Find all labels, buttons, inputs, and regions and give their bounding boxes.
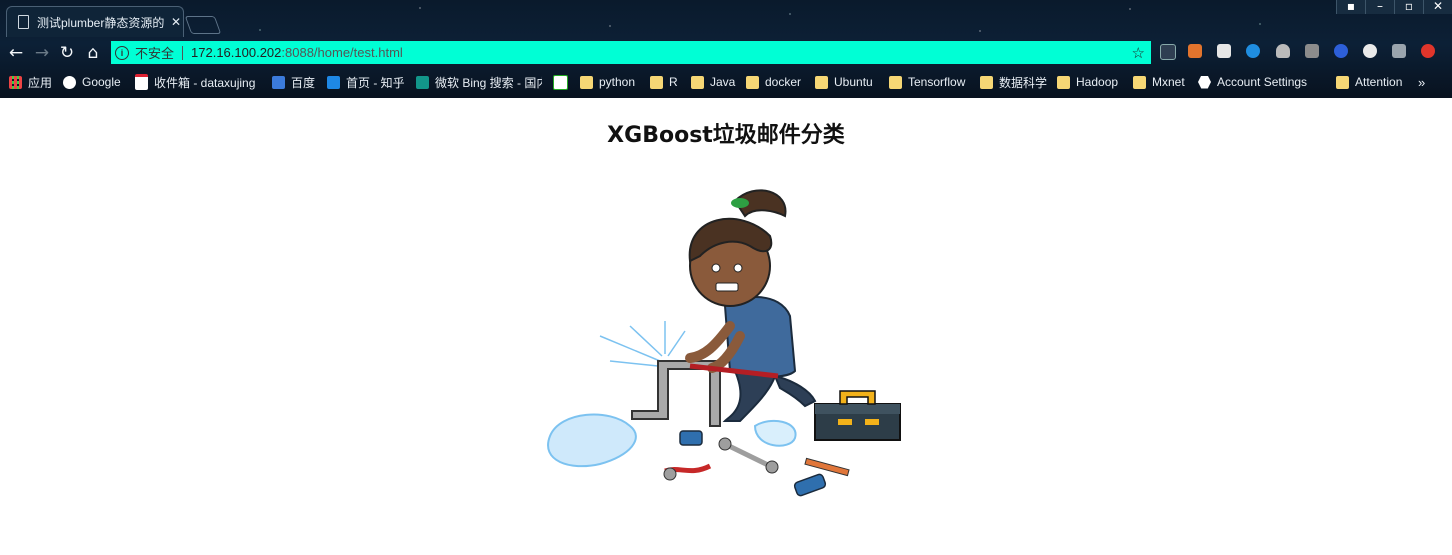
document-icon [18, 15, 29, 29]
gitlab-icon[interactable] [1188, 44, 1202, 58]
minimize-button[interactable]: – [1365, 0, 1394, 14]
bookmark-folder-hadoop[interactable]: Hadoop [1057, 74, 1118, 90]
browser-tab[interactable]: 测试plumber静态资源的 ✕ [6, 6, 184, 37]
bookmark-baidu[interactable]: 百度 [272, 74, 315, 90]
bookmark-folder-java[interactable]: Java [691, 74, 735, 90]
folder-icon [691, 75, 704, 89]
bookmark-account-settings[interactable]: Account Settings [1198, 74, 1307, 90]
apps-grid-icon [9, 75, 22, 89]
extension-icon-10[interactable] [1421, 44, 1435, 58]
extension-icon-7[interactable] [1334, 44, 1348, 58]
bookmark-star-icon[interactable]: ☆ [1132, 44, 1145, 62]
extension-icon-3[interactable] [1217, 44, 1231, 58]
zhihu-icon [327, 75, 340, 89]
folder-icon [889, 75, 902, 89]
folder-icon [980, 75, 993, 89]
extension-icon-1[interactable] [1160, 44, 1176, 60]
browser-chrome: 测试plumber静态资源的 ✕ ▪ – ▫ ✕ ← → ↻ ⌂ i 不安全 1… [0, 0, 1452, 98]
bookmark-bing[interactable]: 微软 Bing 搜索 - 国内 [416, 74, 542, 90]
bookmarks-overflow-icon[interactable]: » [1418, 74, 1425, 90]
folder-icon [650, 75, 663, 89]
tab-close-icon[interactable]: ✕ [171, 15, 181, 29]
hexagon-icon [1198, 75, 1211, 89]
folder-icon [815, 75, 828, 89]
info-icon[interactable]: i [115, 45, 129, 60]
maximize-button[interactable]: ▫ [1394, 0, 1423, 14]
github-icon[interactable] [1305, 44, 1319, 58]
bookmark-label: 应用 [28, 75, 53, 90]
folder-icon [580, 75, 593, 89]
extension-icon-4[interactable] [1246, 44, 1260, 58]
window-controls: ▪ – ▫ ✕ [1336, 0, 1452, 14]
tab-title: 测试plumber静态资源的 [37, 15, 165, 30]
site-icon [553, 74, 568, 90]
bookmark-folder-data-science[interactable]: 数据科学 [980, 74, 1047, 90]
bookmark-label: Hadoop [1076, 75, 1119, 89]
profile-icon[interactable]: ▪ [1336, 0, 1365, 14]
baidu-icon [272, 75, 285, 89]
google-icon [63, 75, 76, 89]
divider [182, 45, 184, 60]
bookmark-folder-tensorflow[interactable]: Tensorflow [889, 74, 965, 90]
security-label[interactable]: 不安全 [135, 43, 174, 62]
bookmark-label: Attention [1355, 75, 1403, 89]
bookmark-label: 数据科学 [999, 75, 1048, 90]
address-bar[interactable]: i 不安全 172.16.100.202:8088/home/test.html… [111, 41, 1151, 64]
bookmark-folder-mxnet[interactable]: Mxnet [1133, 74, 1185, 90]
bookmark-label: Java [710, 75, 736, 89]
bookmark-google[interactable]: Google [63, 74, 121, 90]
bookmark-label: 百度 [291, 75, 316, 90]
folder-icon [1336, 75, 1349, 89]
new-tab-button[interactable] [184, 16, 222, 34]
bookmark-folder-docker[interactable]: docker [746, 74, 801, 90]
folder-icon [1057, 75, 1070, 89]
forward-button[interactable]: → [31, 42, 53, 64]
bookmark-label: python [599, 75, 636, 89]
bookmark-label: Tensorflow [908, 75, 966, 89]
page-title: XGBoost垃圾邮件分类 [607, 123, 845, 148]
bookmark-label: 首页 - 知乎 [346, 75, 405, 90]
bookmark-label: Mxnet [1152, 75, 1185, 89]
bookmark-label: Google [82, 75, 121, 89]
url-path[interactable]: :8088/home/test.html [281, 45, 402, 60]
plumber-illustration [547, 189, 901, 497]
bookmark-gmail[interactable]: 收件箱 - dataxujing [135, 74, 255, 90]
folder-icon [1133, 75, 1146, 89]
back-button[interactable]: ← [5, 42, 27, 64]
bookmark-folder-ubuntu[interactable]: Ubuntu [815, 74, 873, 90]
folder-icon [746, 75, 759, 89]
bookmark-label: R [669, 75, 678, 89]
bookmark-folder-attention[interactable]: Attention [1336, 74, 1402, 90]
bookmark-site[interactable] [553, 74, 574, 90]
extension-icon-5[interactable] [1276, 44, 1290, 58]
home-button[interactable]: ⌂ [82, 42, 104, 64]
extension-icon-9[interactable] [1392, 44, 1406, 58]
extension-icon-8[interactable] [1363, 44, 1377, 58]
bookmark-label: 微软 Bing 搜索 - 国内 [435, 75, 542, 90]
url-host[interactable]: 172.16.100.202 [191, 45, 281, 60]
bookmark-label: docker [765, 75, 802, 89]
bookmark-label: Account Settings [1217, 75, 1308, 89]
bookmark-folder-r[interactable]: R [650, 74, 678, 90]
bookmark-folder-python[interactable]: python [580, 74, 635, 90]
bookmark-label: Ubuntu [834, 75, 873, 89]
close-window-button[interactable]: ✕ [1423, 0, 1452, 14]
gmail-icon [135, 74, 148, 90]
bookmark-zhihu[interactable]: 首页 - 知乎 [327, 74, 405, 90]
reload-button[interactable]: ↻ [56, 42, 78, 64]
bookmark-label: 收件箱 - dataxujing [154, 75, 256, 90]
bing-icon [416, 75, 429, 89]
bookmark-apps[interactable]: 应用 [9, 74, 52, 90]
